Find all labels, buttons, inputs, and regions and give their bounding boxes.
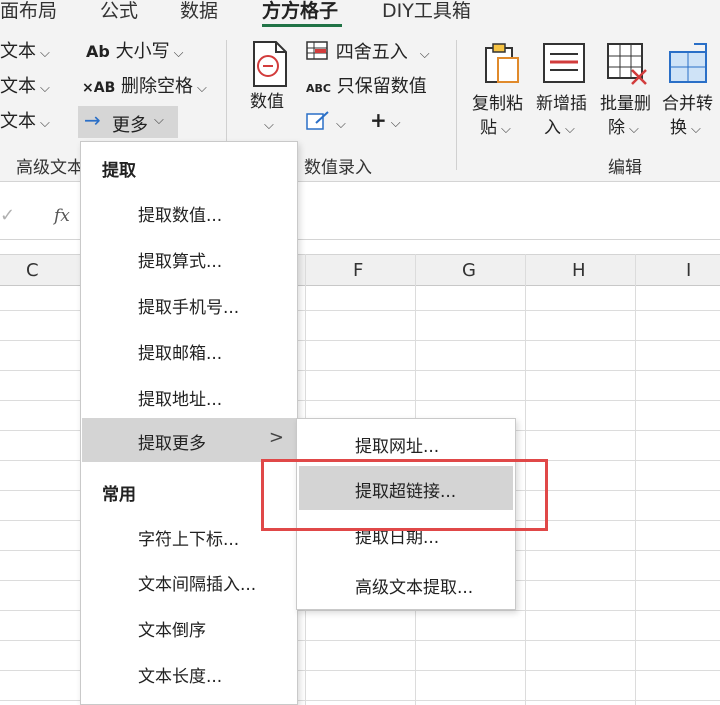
menu-item-extract-value[interactable]: 提取数值... <box>82 190 296 234</box>
group-label-advanced-text: 高级文本 <box>16 158 84 178</box>
group-label-numeric-input: 数值录入 <box>304 158 372 178</box>
batch-delete-label: 批量删 <box>600 94 651 114</box>
insert-label-2: 入 ⌵ <box>544 118 575 138</box>
chevron-down-icon: ⌵ <box>173 46 184 61</box>
menu-item-extract-address[interactable]: 提取地址... <box>82 374 296 418</box>
chevron-down-icon: ⌵ <box>336 117 346 132</box>
merge-icon <box>669 43 707 83</box>
menu-item-label: 文本倒序 <box>138 621 206 641</box>
round-label: 四舍五入 <box>335 42 408 63</box>
check-icon[interactable]: ✓ <box>0 205 15 226</box>
batch-delete-button[interactable]: 批量删 除 ⌵ <box>598 42 660 142</box>
merge-label: 合并转 <box>662 94 713 114</box>
insert-label: 新增插 <box>536 94 587 114</box>
text-dropdown-2[interactable]: 文本 ⌵ <box>0 76 50 100</box>
menu-item-text-reverse[interactable]: 文本倒序 <box>82 605 296 649</box>
menu-item-extract-phone[interactable]: 提取手机号... <box>82 282 296 326</box>
text-dropdown-3-label: 文本 <box>0 111 36 132</box>
menu-item-label: 字符上下标... <box>138 530 240 550</box>
case-button[interactable]: Ab 大小写 ⌵ <box>86 41 183 65</box>
checkbox-edit-button[interactable]: ⌵ <box>306 111 346 136</box>
batch-delete-label-2: 除 ⌵ <box>608 118 639 138</box>
text-dropdown-2-label: 文本 <box>0 76 36 97</box>
column-header-g[interactable]: G <box>462 260 476 281</box>
grid-icon <box>306 41 328 60</box>
keep-numeric-button[interactable]: ABC 只保留数值 <box>306 76 427 100</box>
chevron-down-icon: ⌵ <box>40 116 50 131</box>
value-label: 数值 <box>250 92 284 112</box>
menu-item-text-interval-insert[interactable]: 文本间隔插入... <box>82 559 296 603</box>
menu-item-text-length[interactable]: 文本长度... <box>82 651 296 695</box>
insert-button[interactable]: 新增插 入 ⌵ <box>534 42 596 142</box>
checkbox-edit-icon <box>306 111 329 130</box>
document-icon <box>253 41 287 87</box>
text-dropdown-1-label: 文本 <box>0 41 36 62</box>
clipboard-icon <box>485 43 519 83</box>
grid-line <box>635 254 636 705</box>
active-tab-indicator <box>262 24 342 27</box>
chevron-down-icon: ⌵ <box>154 113 164 128</box>
merge-convert-button[interactable]: 合并转 换 ⌵ <box>660 42 720 142</box>
more-label: 更多 <box>112 115 148 136</box>
tab-fangfang[interactable]: 方方格子 <box>262 0 338 23</box>
chevron-right-icon: > <box>268 427 284 448</box>
copy-paste-label: 复制粘 <box>472 94 523 114</box>
group-divider <box>456 40 457 170</box>
fx-icon[interactable]: fx <box>54 206 70 226</box>
menu-item-label: 提取数值... <box>138 206 223 226</box>
menu-section-extract: 提取 <box>102 161 136 181</box>
menu-item-label: 文本间隔插入... <box>138 575 257 595</box>
arrow-right-icon: → <box>84 108 101 132</box>
chevron-down-icon: ⌵ <box>40 46 50 61</box>
round-button[interactable]: 四舍五入 ⌵ <box>306 41 430 66</box>
group-label-edit: 编辑 <box>608 158 642 178</box>
column-header-i[interactable]: I <box>686 260 691 281</box>
value-button[interactable]: 数值 ⌵ <box>244 40 300 145</box>
menu-item-label: 提取算式... <box>138 252 223 272</box>
case-icon: Ab <box>86 42 110 61</box>
submenu-item-label: 高级文本提取... <box>355 578 474 598</box>
menu-section-common: 常用 <box>102 485 136 505</box>
tab-data[interactable]: 数据 <box>180 0 218 23</box>
menu-item-label: 提取邮箱... <box>138 344 223 364</box>
menu-item-extract-more[interactable]: 提取更多 > <box>82 418 296 462</box>
column-header-h[interactable]: H <box>572 260 586 281</box>
menu-item-extract-formula[interactable]: 提取算式... <box>82 236 296 280</box>
tab-formulas[interactable]: 公式 <box>100 0 138 23</box>
delete-space-label: 删除空格 <box>120 76 193 97</box>
chevron-down-icon: ⌵ <box>196 81 207 96</box>
chevron-down-icon: ⌵ <box>390 116 401 131</box>
case-label: 大小写 <box>115 41 170 62</box>
menu-item-label: 提取手机号... <box>138 298 240 318</box>
chevron-down-icon: ⌵ <box>264 118 274 133</box>
menu-item-label: 提取地址... <box>138 390 223 410</box>
more-button[interactable]: → 更多 ⌵ <box>78 106 178 138</box>
add-button[interactable]: + ⌵ <box>370 109 401 135</box>
delete-space-button[interactable]: ×AB 删除空格 ⌵ <box>82 76 207 100</box>
column-header-c[interactable]: C <box>26 260 39 281</box>
plus-icon: + <box>370 108 387 132</box>
text-dropdown-1[interactable]: 文本 ⌵ <box>0 41 50 65</box>
copy-paste-label-2: 贴 ⌵ <box>480 118 511 138</box>
annotation-highlight-box <box>261 459 548 531</box>
submenu-item-label: 提取网址... <box>355 437 440 457</box>
keep-numeric-label: 只保留数值 <box>336 76 427 97</box>
chevron-down-icon: ⌵ <box>419 47 430 62</box>
delete-space-icon: ×AB <box>82 80 116 96</box>
table-delete-icon <box>607 43 647 85</box>
menu-item-extract-email[interactable]: 提取邮箱... <box>82 328 296 372</box>
copy-paste-button[interactable]: 复制粘 贴 ⌵ <box>470 42 534 142</box>
tab-page-layout[interactable]: 面布局 <box>0 0 57 23</box>
submenu-item-advanced-text-extract[interactable]: 高级文本提取... <box>299 562 513 606</box>
chevron-down-icon: ⌵ <box>40 81 50 96</box>
keep-numeric-icon: ABC <box>306 82 331 95</box>
menu-item-label: 提取更多 <box>138 434 206 454</box>
text-dropdown-3[interactable]: 文本 ⌵ <box>0 111 50 135</box>
column-header-f[interactable]: F <box>353 260 363 281</box>
insert-rows-icon <box>543 43 585 83</box>
merge-label-2: 换 ⌵ <box>670 118 701 138</box>
tab-diy-toolbox[interactable]: DIY工具箱 <box>382 0 471 23</box>
menu-item-label: 文本长度... <box>138 667 223 687</box>
